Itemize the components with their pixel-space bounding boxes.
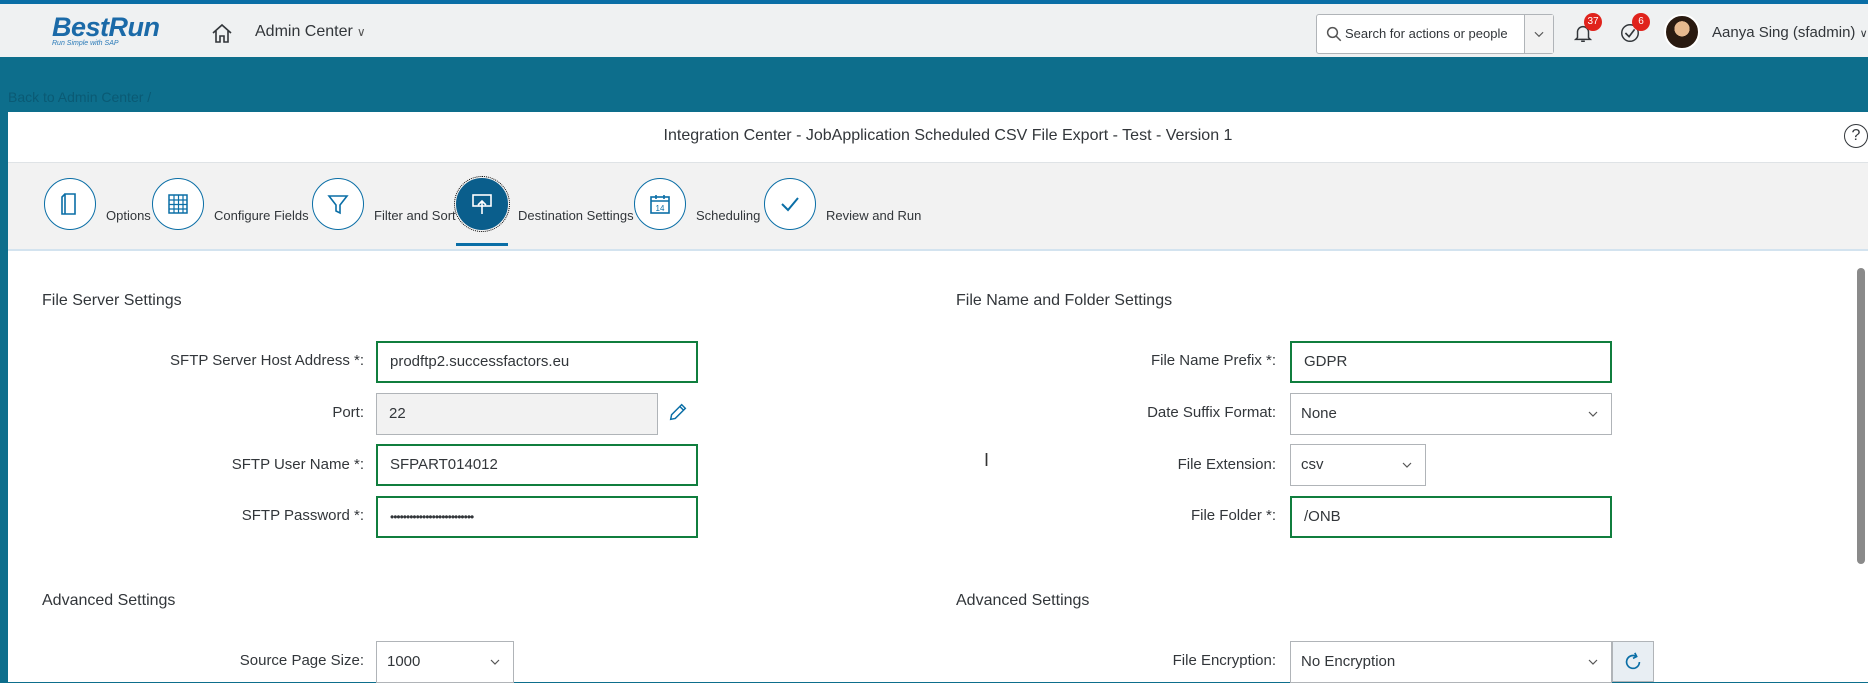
- date-suffix-label: Date Suffix Format:: [1147, 404, 1276, 421]
- chevron-down-icon: ∨: [356, 25, 366, 39]
- chevron-down-icon: [1402, 462, 1412, 468]
- title-bar: Integration Center - JobApplication Sche…: [8, 112, 1868, 163]
- chevron-down-icon: [1588, 659, 1598, 665]
- port-label: Port:: [332, 404, 364, 421]
- document-icon: [61, 193, 76, 215]
- source-page-size-select[interactable]: 1000: [376, 641, 514, 683]
- admin-center-label: Admin Center: [255, 23, 353, 40]
- logo-tagline: Run Simple with SAP: [52, 40, 119, 47]
- sftp-host-label: SFTP Server Host Address *:: [170, 352, 364, 369]
- step-circle: 14: [634, 178, 686, 230]
- file-extension-label: File Extension:: [1177, 456, 1276, 473]
- file-server-settings-title: File Server Settings: [42, 292, 182, 309]
- refresh-icon: [1625, 652, 1641, 670]
- file-extension-select[interactable]: csv: [1290, 444, 1426, 486]
- wizard-steps: Options Configure Fields Filter and Sort: [8, 163, 1868, 251]
- shell-bar: BestRun Run Simple with SAP Admin Center…: [0, 0, 1868, 57]
- file-encryption-label: File Encryption:: [1172, 652, 1276, 669]
- filter-icon: [327, 195, 349, 215]
- step-label: Scheduling: [696, 208, 761, 223]
- source-page-size-label: Source Page Size:: [239, 652, 364, 669]
- source-page-size-value: 1000: [387, 653, 421, 670]
- step-circle: [312, 178, 364, 230]
- step-label: Destination Settings: [518, 208, 634, 223]
- notification-badge: 37: [1584, 13, 1602, 31]
- file-name-prefix-label: File Name Prefix *:: [1150, 352, 1276, 369]
- text-cursor-icon: I: [984, 450, 990, 470]
- step-circle: [454, 176, 510, 232]
- file-folder-input[interactable]: /ONB: [1290, 496, 1612, 538]
- chevron-down-icon: [490, 659, 500, 665]
- step-circle: [152, 178, 204, 230]
- step-label: Configure Fields: [214, 208, 309, 223]
- step-label: Review and Run: [826, 208, 922, 223]
- grid-icon: [168, 194, 188, 214]
- upload-icon: [472, 194, 492, 214]
- file-folder-label: File Folder *:: [1190, 507, 1276, 524]
- back-to-admin-center-link[interactable]: Back to Admin Center /: [8, 89, 151, 105]
- search-field[interactable]: Search for actions or people: [1316, 14, 1554, 54]
- avatar[interactable]: [1664, 14, 1700, 50]
- chevron-down-icon: [1588, 411, 1598, 417]
- step-label: Filter and Sort: [374, 208, 456, 223]
- home-icon[interactable]: [210, 22, 234, 46]
- search-placeholder: Search for actions or people: [1345, 26, 1508, 41]
- search-scope-dropdown[interactable]: [1524, 15, 1553, 53]
- sftp-user-label: SFTP User Name *:: [231, 456, 364, 473]
- step-circle: [44, 178, 96, 230]
- file-name-prefix-input[interactable]: GDPR: [1290, 341, 1612, 383]
- calendar-day: 14: [656, 204, 665, 213]
- active-step-indicator: [456, 243, 508, 246]
- date-suffix-select[interactable]: None: [1290, 393, 1612, 435]
- sftp-user-input[interactable]: SFPART014012: [376, 444, 698, 486]
- vertical-scrollbar[interactable]: [1857, 268, 1865, 564]
- sftp-password-label: SFTP Password *:: [241, 507, 364, 524]
- chevron-down-icon: [1534, 31, 1544, 38]
- help-icon[interactable]: ?: [1844, 124, 1868, 148]
- pencil-edit-icon[interactable]: [667, 401, 689, 423]
- file-encryption-value: No Encryption: [1301, 653, 1396, 670]
- bestrun-logo[interactable]: BestRun: [52, 12, 160, 54]
- port-input[interactable]: 22: [376, 393, 658, 435]
- step-circle: [764, 178, 816, 230]
- advanced-settings-title-right: Advanced Settings: [956, 592, 1090, 609]
- file-encryption-select[interactable]: No Encryption: [1290, 641, 1612, 683]
- refresh-button[interactable]: [1612, 641, 1654, 682]
- step-label: Options: [106, 208, 151, 223]
- page-title: Integration Center - JobApplication Sche…: [663, 127, 1233, 144]
- search-icon: [1326, 26, 1342, 42]
- check-icon: [781, 197, 799, 212]
- calendar-icon: 14: [650, 195, 670, 214]
- chevron-down-icon: ∨: [1859, 28, 1868, 40]
- admin-center-menu[interactable]: Admin Center ∨: [255, 23, 366, 41]
- date-suffix-value: None: [1301, 405, 1337, 422]
- user-menu[interactable]: Aanya Sing (sfadmin) ∨: [1712, 24, 1868, 41]
- advanced-settings-title: Advanced Settings: [42, 592, 176, 609]
- user-name: Aanya Sing (sfadmin): [1712, 24, 1856, 41]
- file-name-settings-title: File Name and Folder Settings: [956, 292, 1173, 309]
- todo-badge: 6: [1632, 13, 1650, 31]
- sftp-password-input[interactable]: ••••••••••••••••••••••••••: [376, 496, 698, 538]
- file-extension-value: csv: [1301, 456, 1324, 473]
- sftp-host-input[interactable]: prodftp2.successfactors.eu: [376, 341, 698, 383]
